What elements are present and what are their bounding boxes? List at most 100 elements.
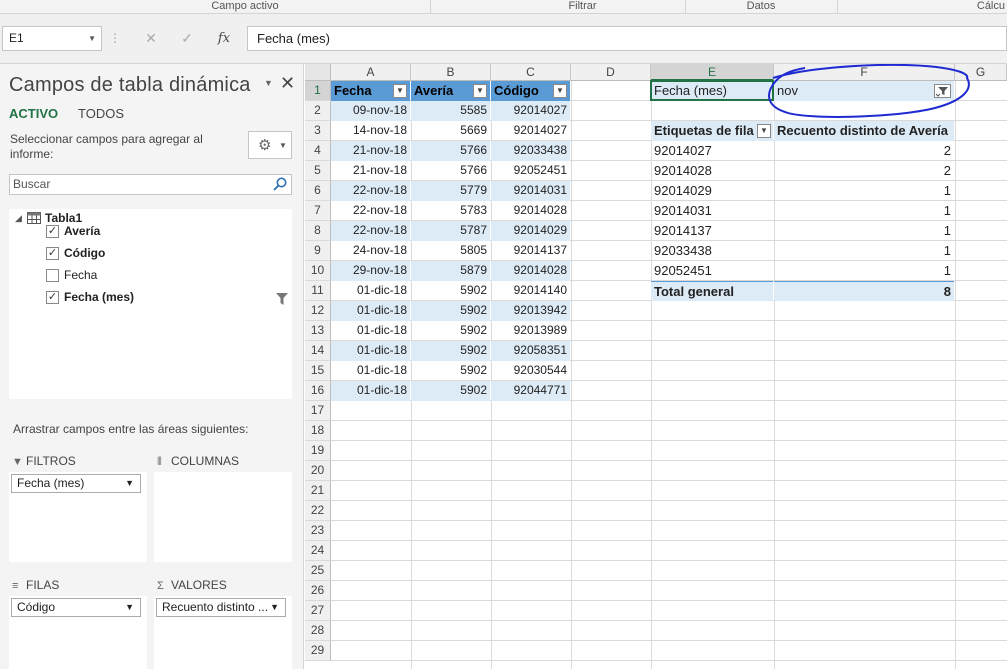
cancel-icon[interactable]: ✕	[138, 26, 164, 51]
pivot-row-value[interactable]: 2	[774, 161, 954, 181]
pivot-row-label[interactable]: 92033438	[651, 241, 773, 261]
row-header-29[interactable]: 29	[305, 641, 331, 661]
name-box[interactable]: E1 ▼	[2, 26, 102, 51]
row-header-6[interactable]: 6	[305, 181, 331, 201]
pivot-row-value[interactable]: 1	[774, 261, 954, 281]
table-cell[interactable]: 21-nov-18	[331, 161, 410, 181]
row-header-24[interactable]: 24	[305, 541, 331, 561]
table-cell[interactable]: 92014028	[491, 201, 570, 221]
row-header-20[interactable]: 20	[305, 461, 331, 481]
table-cell[interactable]: 5902	[411, 341, 490, 361]
pivot-row-label[interactable]: 92014031	[651, 201, 773, 221]
table-cell[interactable]: 92013942	[491, 301, 570, 321]
area-drop-zone[interactable]	[154, 472, 292, 562]
table-cell[interactable]: 92014028	[491, 261, 570, 281]
table-cell[interactable]: 5902	[411, 281, 490, 301]
table-cell[interactable]: 5902	[411, 381, 490, 401]
table-cell[interactable]: 22-nov-18	[331, 201, 410, 221]
pivot-total-label[interactable]: Total general	[651, 281, 773, 301]
row-header-7[interactable]: 7	[305, 201, 331, 221]
table-cell[interactable]: 92014137	[491, 241, 570, 261]
table-cell[interactable]: 92033438	[491, 141, 570, 161]
table-cell[interactable]: 01-dic-18	[331, 361, 410, 381]
row-header-22[interactable]: 22	[305, 501, 331, 521]
chevron-down-icon[interactable]: ▼	[270, 599, 279, 616]
checkbox-checked[interactable]: ✓	[46, 291, 59, 304]
row-header-9[interactable]: 9	[305, 241, 331, 261]
table-cell[interactable]: 22-nov-18	[331, 221, 410, 241]
table-cell[interactable]: 01-dic-18	[331, 381, 410, 401]
row-header-21[interactable]: 21	[305, 481, 331, 501]
pivot-row-value[interactable]: 1	[774, 201, 954, 221]
chevron-down-icon[interactable]: ▼	[125, 599, 134, 616]
table-cell[interactable]: 01-dic-18	[331, 321, 410, 341]
table-cell[interactable]: 5787	[411, 221, 490, 241]
table-cell[interactable]: 22-nov-18	[331, 181, 410, 201]
table-cell[interactable]: 92014140	[491, 281, 570, 301]
table-cell[interactable]: 5902	[411, 301, 490, 321]
spreadsheet-grid[interactable]: ABCDEFG 1 2 3 4 5 6 7 8 9 10 11 12 13 14 15 16 17 18 19 20 2…	[305, 64, 1007, 669]
table-cell[interactable]: 5766	[411, 141, 490, 161]
table-cell[interactable]: 92013989	[491, 321, 570, 341]
checkbox-checked[interactable]: ✓	[46, 247, 59, 260]
tab-activo[interactable]: ACTIVO	[9, 106, 58, 121]
table-cell[interactable]: 5766	[411, 161, 490, 181]
table-cell[interactable]: 5902	[411, 321, 490, 341]
row-header-11[interactable]: 11	[305, 281, 331, 301]
row-header-17[interactable]: 17	[305, 401, 331, 421]
row-header-5[interactable]: 5	[305, 161, 331, 181]
table-cell[interactable]: 92044771	[491, 381, 570, 401]
row-header-8[interactable]: 8	[305, 221, 331, 241]
collapse-icon[interactable]: ◢	[15, 213, 22, 224]
area-drop-zone[interactable]: Fecha (mes) ▼	[9, 472, 147, 562]
close-icon[interactable]: ✕	[280, 73, 295, 94]
row-header-16[interactable]: 16	[305, 381, 331, 401]
table-cell[interactable]: 92058351	[491, 341, 570, 361]
area-drop-zone[interactable]: Recuento distinto ... ▼	[154, 596, 292, 669]
pivot-row-label[interactable]: 92014028	[651, 161, 773, 181]
table-cell[interactable]: 92014029	[491, 221, 570, 241]
area-drop-zone[interactable]: Código ▼	[9, 596, 147, 669]
table-cell[interactable]: 01-dic-18	[331, 281, 410, 301]
checkbox-unchecked[interactable]	[46, 269, 59, 282]
table-cell[interactable]: 01-dic-18	[331, 341, 410, 361]
checkbox-checked[interactable]: ✓	[46, 225, 59, 238]
table-cell[interactable]: 92052451	[491, 161, 570, 181]
table-cell[interactable]: 24-nov-18	[331, 241, 410, 261]
pivot-row-value[interactable]: 1	[774, 181, 954, 201]
search-icon[interactable]	[272, 176, 288, 192]
enter-icon[interactable]: ✓	[174, 26, 200, 51]
area-field-chip[interactable]: Recuento distinto ... ▼	[156, 598, 286, 617]
area-field-chip[interactable]: Fecha (mes) ▼	[11, 474, 141, 493]
row-header-25[interactable]: 25	[305, 561, 331, 581]
row-header-10[interactable]: 10	[305, 261, 331, 281]
row-header-28[interactable]: 28	[305, 621, 331, 641]
pivot-total-value[interactable]: 8	[774, 281, 954, 301]
row-header-23[interactable]: 23	[305, 521, 331, 541]
table-cell[interactable]: 01-dic-18	[331, 301, 410, 321]
pivot-row-label[interactable]: 92014029	[651, 181, 773, 201]
table-cell[interactable]: 5902	[411, 361, 490, 381]
formula-input[interactable]: Fecha (mes)	[247, 26, 1007, 51]
row-header-4[interactable]: 4	[305, 141, 331, 161]
row-header-27[interactable]: 27	[305, 601, 331, 621]
table-cell[interactable]: 29-nov-18	[331, 261, 410, 281]
table-cell[interactable]: 92030544	[491, 361, 570, 381]
pivot-row-label[interactable]: 92014137	[651, 221, 773, 241]
row-header-12[interactable]: 12	[305, 301, 331, 321]
table-cell[interactable]: 5805	[411, 241, 490, 261]
chevron-down-icon[interactable]: ▼	[88, 27, 96, 50]
row-header-15[interactable]: 15	[305, 361, 331, 381]
table-cell[interactable]: 5879	[411, 261, 490, 281]
insert-function-icon[interactable]: fx	[211, 26, 237, 51]
table-cell[interactable]: 5783	[411, 201, 490, 221]
chevron-down-icon[interactable]: ▼	[125, 475, 134, 492]
tools-button[interactable]: ⚙ ▼	[248, 131, 292, 159]
area-field-chip[interactable]: Código ▼	[11, 598, 141, 617]
pivot-row-label[interactable]: 92052451	[651, 261, 773, 281]
row-header-14[interactable]: 14	[305, 341, 331, 361]
row-header-13[interactable]: 13	[305, 321, 331, 341]
table-cell[interactable]: 21-nov-18	[331, 141, 410, 161]
pivot-row-value[interactable]: 2	[774, 141, 954, 161]
tab-todos[interactable]: TODOS	[78, 106, 124, 121]
